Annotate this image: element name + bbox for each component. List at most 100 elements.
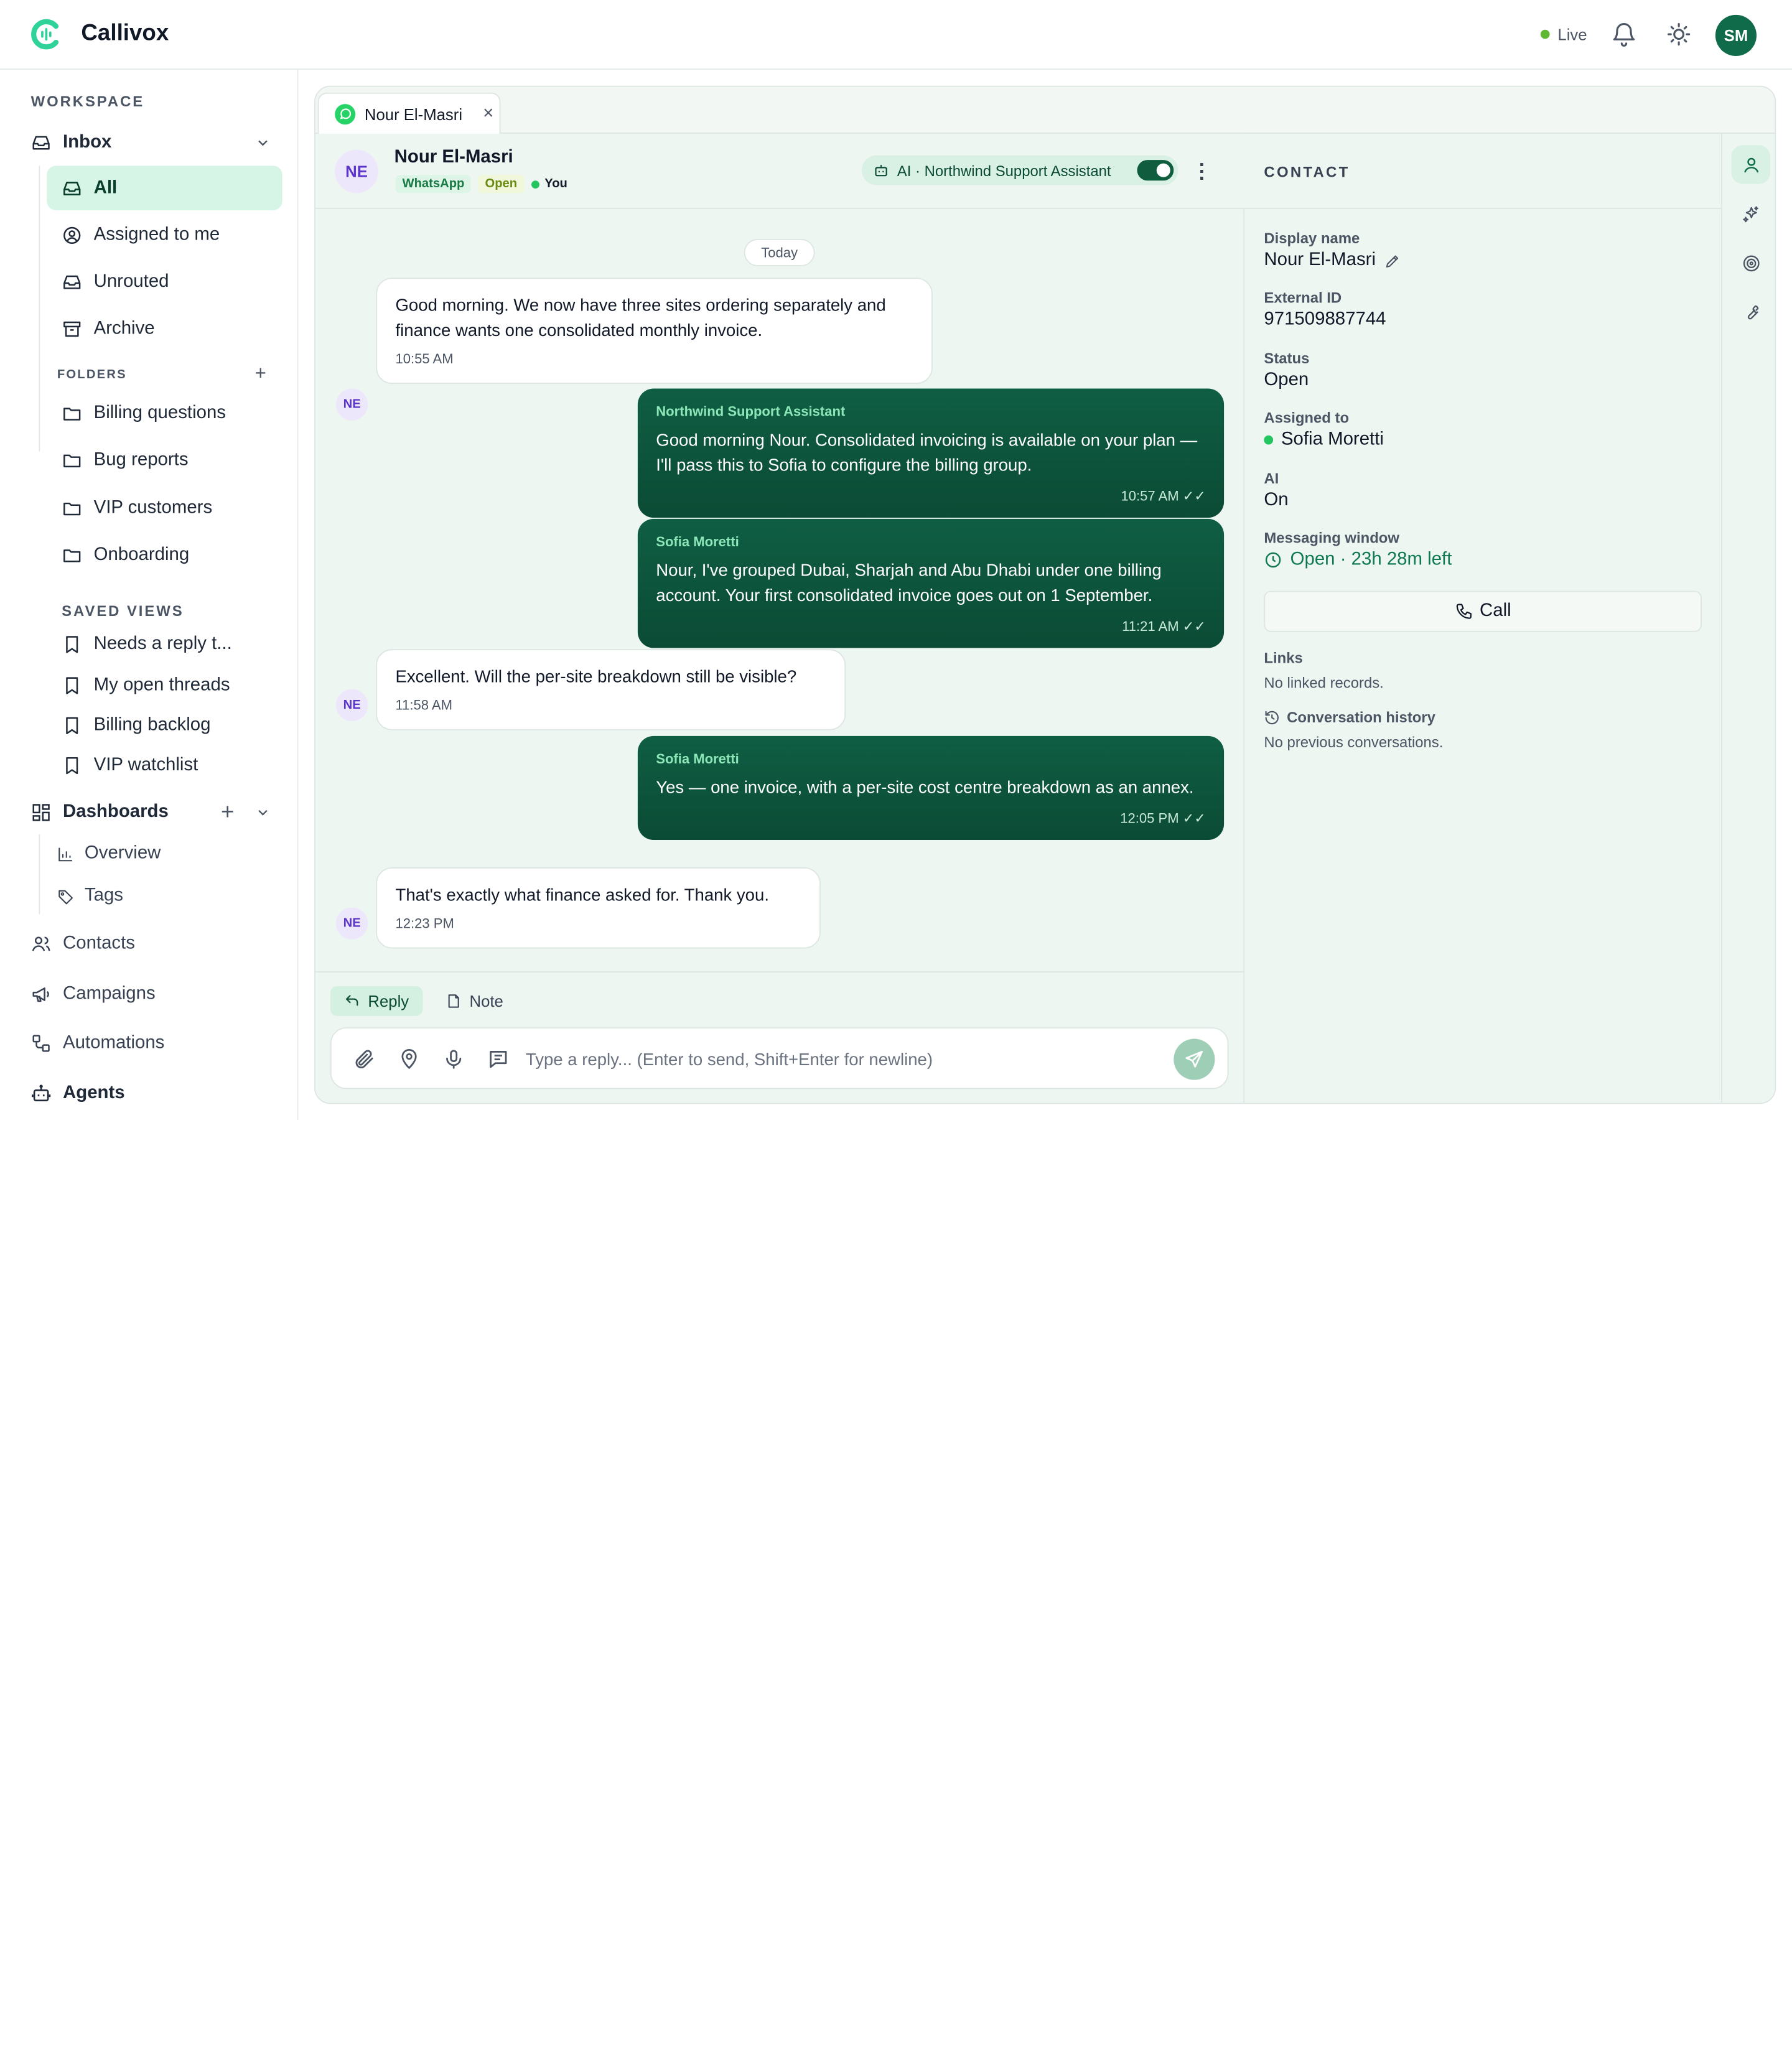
contact-avatar: NE — [335, 689, 368, 721]
add-dashboard-icon[interactable]: + — [221, 800, 234, 826]
inbox-label: Inbox — [63, 133, 112, 152]
reply-tab-label: Reply — [368, 992, 409, 1010]
contact-badges: WhatsApp Open You — [395, 175, 567, 194]
chevron-down-icon[interactable] — [255, 135, 271, 151]
user-avatar[interactable]: SM — [1715, 14, 1757, 56]
display-name-value: Nour El-Masri — [1264, 250, 1376, 270]
message-text: Yes — one invoice, with a per-site cost … — [656, 778, 1194, 798]
workspace-label: WORKSPACE — [30, 92, 145, 110]
sidebar-item-unrouted[interactable]: Unrouted — [62, 261, 282, 304]
sidebar-item-label: Campaigns — [63, 984, 156, 1004]
users-icon — [32, 936, 50, 951]
contact-avatar[interactable]: NE — [335, 149, 378, 194]
close-icon[interactable]: × — [483, 104, 493, 124]
message-incoming[interactable]: That's exactly what finance asked for. T… — [376, 867, 821, 949]
message-outgoing[interactable]: Sofia Moretti Nour, I've grouped Dubai, … — [637, 518, 1225, 648]
sidebar-item-folder[interactable]: Onboarding — [62, 534, 282, 577]
brand-name: Callivox — [81, 21, 169, 46]
sidebar-item-folder[interactable]: Billing questions — [62, 392, 282, 436]
robot-icon — [875, 165, 887, 177]
sidebar-item-contacts[interactable]: Contacts — [31, 922, 271, 966]
ai-assistant-pill[interactable]: AI · Northwind Support Assistant — [861, 155, 1178, 185]
wrench-icon — [1747, 304, 1758, 319]
sidebar-item-agents[interactable]: Agents — [31, 1072, 271, 1116]
sidebar-item-campaigns[interactable]: Campaigns — [31, 973, 271, 1016]
tab-strip: Nour El-Masri × — [315, 86, 1775, 135]
external-id-value: 971509887744 — [1264, 309, 1386, 329]
sidebar-item-label: All — [93, 177, 118, 197]
user-icon — [1743, 157, 1758, 172]
add-folder-icon[interactable]: + — [255, 362, 266, 385]
tab-conversation[interactable]: Nour El-Masri × — [317, 92, 501, 135]
history-icon — [1265, 710, 1279, 724]
sun-icon[interactable] — [1665, 21, 1692, 48]
more-options-icon[interactable]: · · · — [1199, 154, 1206, 189]
dashboard-item-tags[interactable]: Tags — [57, 875, 282, 917]
messaging-window-value: Open · 23h 28m left — [1290, 549, 1452, 569]
channel-badge: WhatsApp — [395, 175, 472, 194]
send-button[interactable] — [1174, 1038, 1215, 1080]
rail-tools-button[interactable] — [1732, 292, 1770, 331]
template-message-icon[interactable] — [487, 1048, 510, 1071]
message-time: 12:05 PM ✓✓ — [656, 806, 1205, 831]
display-name-field: Nour El-Masri — [1264, 250, 1401, 271]
microphone-icon[interactable] — [442, 1048, 465, 1071]
tab-note[interactable]: Note — [432, 986, 517, 1016]
contact-panel: CONTACT Display name Nour El-Masri Exter… — [1244, 133, 1722, 1103]
message-outgoing[interactable]: Northwind Support Assistant Good morning… — [637, 388, 1225, 518]
callivox-logo-icon[interactable] — [30, 18, 62, 50]
message-time: 12:23 PM — [395, 915, 454, 931]
status-badge: Open — [478, 175, 525, 194]
rail-contact-button[interactable] — [1731, 145, 1771, 184]
paperclip-icon[interactable] — [353, 1048, 376, 1071]
saved-view-item[interactable]: My open threads — [62, 665, 282, 706]
bell-icon[interactable] — [1610, 21, 1638, 48]
message-incoming[interactable]: Excellent. Will the per-site breakdown s… — [376, 649, 846, 730]
message-outgoing[interactable]: Sofia Moretti Yes — one invoice, with a … — [637, 735, 1225, 840]
dashboard-item-overview[interactable]: Overview — [57, 833, 282, 874]
call-button-label: Call — [1480, 601, 1511, 621]
saved-view-item[interactable]: Billing backlog — [62, 705, 282, 746]
bookmark-icon — [66, 636, 78, 653]
ai-toggle[interactable] — [1137, 160, 1174, 181]
message-composer — [330, 1027, 1229, 1089]
saved-view-item[interactable]: Needs a reply t... — [62, 624, 282, 665]
call-button[interactable]: Call — [1264, 590, 1702, 632]
assigned-label: Assigned to — [1264, 409, 1350, 427]
sidebar-item-automations[interactable]: Automations — [31, 1022, 271, 1065]
sidebar-item-folder[interactable]: Bug reports — [62, 439, 282, 482]
contact-name: Nour El-Masri — [394, 147, 513, 167]
sidebar-item-label: VIP customers — [93, 498, 213, 518]
sidebar-item-label: Archive — [93, 319, 155, 338]
sidebar-item-label: Needs a reply t... — [93, 634, 232, 654]
rail-target-button[interactable] — [1732, 243, 1770, 282]
message-text: Excellent. Will the per-site breakdown s… — [395, 667, 797, 687]
rail-ai-button[interactable] — [1732, 194, 1770, 233]
pencil-icon[interactable] — [1384, 252, 1401, 269]
saved-view-item[interactable]: VIP watchlist — [62, 745, 282, 786]
ai-value: On — [1264, 490, 1289, 510]
links-value: No linked records. — [1264, 674, 1384, 692]
assignee-label: You — [544, 177, 567, 191]
inbox-icon — [63, 275, 81, 289]
sidebar-item-archive[interactable]: Archive — [62, 307, 282, 351]
archive-icon — [63, 321, 81, 337]
chat-header: NE Nour El-Masri WhatsApp Open You AI · … — [315, 133, 1245, 210]
sidebar-item-assigned-to-me[interactable]: Assigned to me — [62, 213, 282, 257]
tab-reply[interactable]: Reply — [330, 986, 423, 1016]
conversation-history-header[interactable]: Conversation history — [1264, 709, 1435, 725]
sidebar-item-all[interactable]: All — [47, 166, 282, 210]
reply-input[interactable] — [525, 1044, 1166, 1075]
conversation-workspace: Nour El-Masri × NE Nour El-Masri WhatsAp… — [314, 85, 1776, 1104]
sidebar-item-label: Assigned to me — [93, 225, 220, 245]
megaphone-icon — [32, 987, 49, 1002]
day-separator: Today — [744, 238, 815, 266]
location-pin-icon[interactable] — [398, 1048, 421, 1071]
sidebar-item-dashboards[interactable]: Dashboards + — [31, 791, 271, 834]
message-incoming[interactable]: Good morning. We now have three sites or… — [376, 278, 933, 385]
sidebar-item-folder[interactable]: VIP customers — [62, 487, 282, 530]
online-dot-icon — [531, 180, 539, 189]
chevron-down-icon[interactable] — [255, 805, 271, 821]
sidebar-item-inbox[interactable]: Inbox — [31, 121, 271, 165]
right-rail — [1721, 133, 1775, 1103]
